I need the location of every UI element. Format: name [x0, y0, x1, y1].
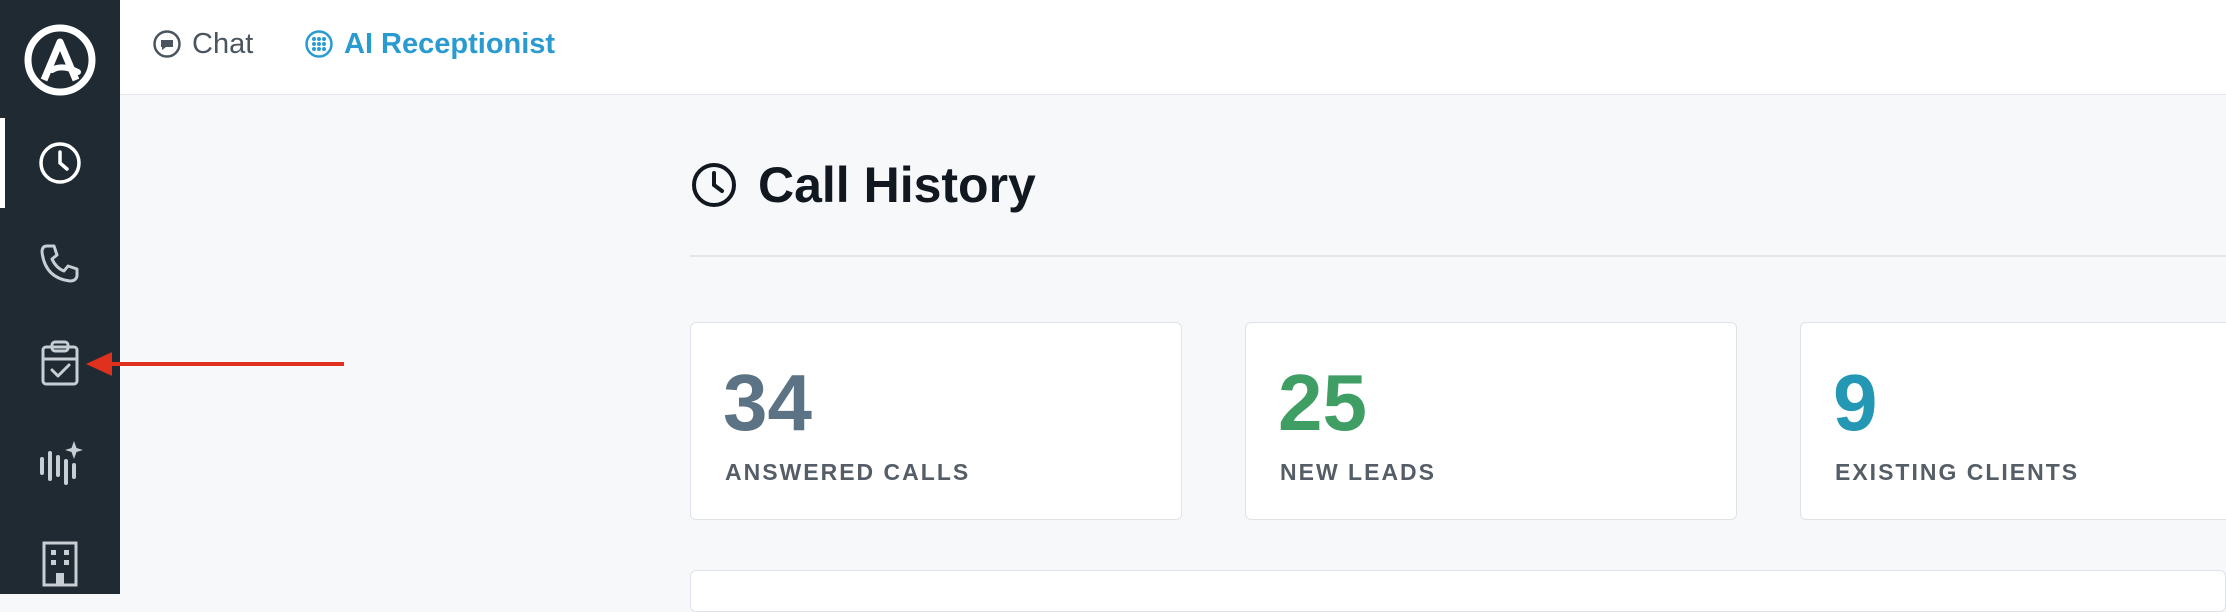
stat-value: 9: [1833, 358, 1878, 447]
clock-icon: [39, 142, 81, 184]
tab-ai-receptionist[interactable]: AI Receptionist: [304, 22, 555, 66]
logo-icon: [24, 24, 96, 96]
clipboard-check-icon: [41, 340, 79, 386]
stat-label: NEW LEADS: [1280, 459, 1436, 485]
sidebar-item-company[interactable]: [0, 518, 120, 608]
sidebar-item-calls[interactable]: [0, 218, 120, 308]
chat-bubble-icon: [153, 30, 181, 58]
page-title-text: Call History: [758, 157, 1036, 213]
divider: [690, 255, 2226, 257]
annotation-arrow: [86, 352, 344, 376]
stat-card-new-leads: 25 NEW LEADS: [1245, 322, 1737, 520]
page-title: Call History: [690, 150, 1036, 220]
dial-grid-icon: [305, 30, 333, 58]
call-list-card: [690, 570, 2226, 612]
sidebar: [0, 0, 120, 594]
clock-icon: [692, 163, 736, 207]
sidebar-item-call-history[interactable]: [0, 118, 120, 208]
phone-icon: [40, 244, 79, 283]
top-bar: Chat AI Receptionist: [120, 0, 2226, 95]
sidebar-item-ai-voice[interactable]: [0, 418, 120, 508]
building-icon: [42, 541, 78, 587]
stat-card-answered-calls: 34 ANSWERED CALLS: [690, 322, 1182, 520]
sparkle-waveform-icon: [40, 441, 83, 485]
tab-chat[interactable]: Chat: [152, 22, 253, 66]
stat-value: 25: [1278, 358, 1367, 447]
stat-label: EXISTING CLIENTS: [1835, 459, 2080, 485]
stat-label: ANSWERED CALLS: [725, 459, 971, 485]
stat-card-existing-clients: 9 EXISTING CLIENTS: [1800, 322, 2226, 520]
stat-value: 34: [723, 358, 812, 447]
tab-ai-receptionist-label: AI Receptionist: [344, 27, 556, 60]
tab-chat-label: Chat: [192, 27, 254, 60]
app-logo[interactable]: [22, 20, 98, 100]
